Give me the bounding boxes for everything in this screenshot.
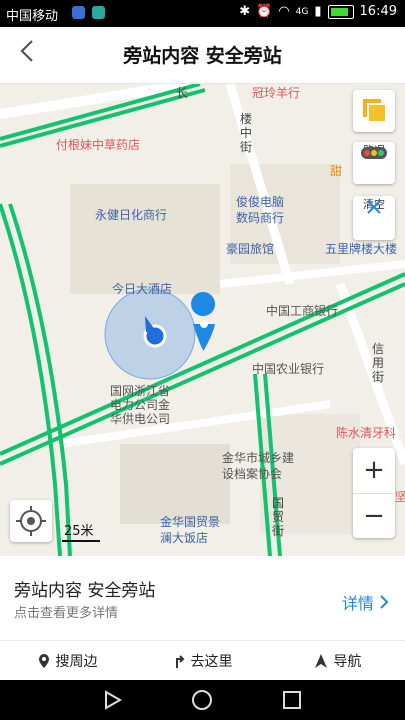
chevron-right-icon (380, 595, 389, 609)
wifi-icon: ◠ (278, 4, 290, 19)
traffic-button[interactable]: 路况 (353, 142, 395, 184)
map-label-guanling: 冠玲羊行 (252, 86, 301, 100)
nav-recents-icon[interactable] (283, 691, 301, 709)
nav-back-icon[interactable] (105, 690, 123, 710)
navigate-button[interactable]: 导航 (270, 642, 405, 680)
search-nearby-label: 搜周边 (55, 654, 98, 670)
map-view[interactable]: 长 冠玲羊行 付根妹中草药店 楼中街 永健日化商行 俊俊电脑 数码商行 豪园旅馆… (0, 84, 405, 556)
locate-button[interactable] (10, 500, 52, 542)
map-label-tian: 甜 (330, 164, 343, 178)
clock: 16:49 (359, 4, 397, 19)
layers-icon (363, 99, 387, 123)
map-label-archive: 金华市城乡建 设档案协会 (222, 451, 295, 481)
map-label-pharmacy: 付根妹中草药店 (56, 138, 141, 152)
poi-name: 旁站内容 安全旁站 (14, 581, 156, 601)
nav-buttons (105, 690, 301, 710)
map-label-icbc: 中国工商银行 (266, 304, 339, 318)
route-arrow-icon (175, 655, 184, 668)
poi-info-sheet[interactable]: 旁站内容 安全旁站 点击查看更多详情 详情 搜周边 去这里 导航 (0, 556, 405, 680)
zoom-in-button[interactable]: + (353, 448, 395, 494)
map-label-haoyuan: 豪园旅馆 (226, 242, 275, 256)
nav-home-icon[interactable] (192, 690, 212, 710)
app-header: 旁站内容 安全旁站 (0, 27, 405, 84)
alarm-icon: ⏰ (256, 4, 273, 19)
divider (0, 640, 405, 641)
battery-icon (327, 4, 354, 19)
map-label-street-xincheng: 信用街 (372, 342, 385, 384)
map-label-hardware: 永健日化商行 (95, 208, 168, 222)
map-label-trade-hotel: 金华国贸景 澜大饭店 (160, 515, 221, 545)
carrier-name: 中国移动 (6, 9, 59, 24)
crosshair-icon (16, 506, 46, 536)
close-icon (367, 200, 381, 214)
layers-button[interactable] (353, 90, 395, 132)
location-pin-icon (38, 654, 49, 668)
map-label-hotel: 今日大酒店 (112, 282, 173, 296)
signal-icon: ▮ (314, 4, 322, 19)
map-label-partial: 坚 (395, 490, 405, 504)
map-label-street-louzhong: 楼中街 (240, 112, 253, 154)
map-label-grid: 国网浙江省 电力公司金 华供电公司 (110, 384, 171, 426)
poi-hint: 点击查看更多详情 (14, 606, 119, 621)
map-label-computer: 俊俊电脑 数码商行 (236, 195, 285, 225)
action-bar: 搜周边 去这里 导航 (0, 642, 405, 680)
detail-label: 详情 (341, 594, 374, 613)
network-type: 4G (295, 6, 309, 17)
status-bar: 中国移动 ✱ ⏰ ◠ 4G ▮ 16:49 (0, 0, 405, 27)
map-label-street-guomao: 国贸街 (272, 496, 285, 538)
app-notification-icon (72, 6, 85, 19)
page-title: 旁站内容 安全旁站 (123, 45, 282, 67)
map-label-road-top: 长 (176, 86, 189, 100)
map-canvas (0, 84, 405, 556)
zoom-controls: + − (353, 448, 395, 538)
clear-button[interactable]: 清空 (353, 196, 395, 240)
search-nearby-button[interactable]: 搜周边 (0, 642, 135, 680)
navigate-label: 导航 (333, 654, 362, 670)
map-scale: 25米 (62, 520, 100, 542)
go-here-button[interactable]: 去这里 (135, 642, 270, 680)
detail-link[interactable]: 详情 (342, 590, 389, 614)
map-label-dental: 陈水清牙科 (336, 426, 397, 440)
bluetooth-icon: ✱ (239, 4, 251, 19)
system-nav-bar (0, 680, 405, 720)
map-label-wulipai: 五里牌楼大楼 (325, 242, 398, 256)
traffic-light-icon (361, 147, 387, 159)
zoom-out-button[interactable]: − (353, 494, 395, 538)
map-label-abc: 中国农业银行 (252, 362, 325, 376)
navigation-arrow-icon (314, 654, 327, 668)
message-notification-icon (92, 6, 105, 19)
go-here-label: 去这里 (190, 654, 233, 670)
